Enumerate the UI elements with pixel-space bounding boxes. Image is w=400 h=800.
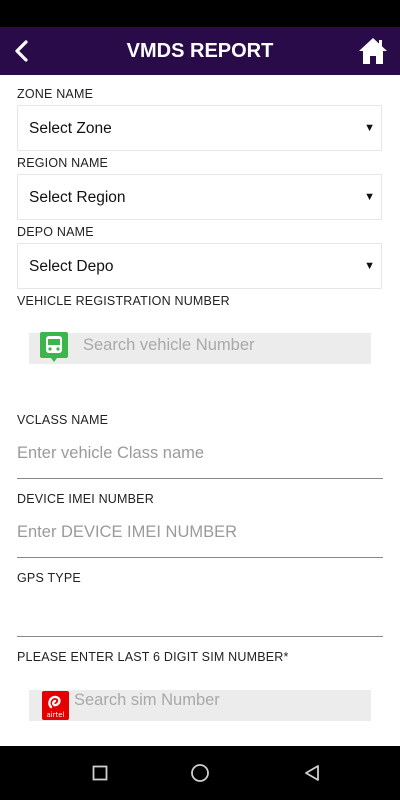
bus-icon [40,332,68,362]
circle-icon [191,764,209,782]
system-back-button[interactable] [301,762,323,784]
imei-label: DEVICE IMEI NUMBER [17,492,154,506]
depo-select[interactable]: Select Depo ▼ [17,243,382,289]
vclass-input[interactable]: Enter vehicle Class name [17,436,383,479]
zone-label: ZONE NAME [17,87,94,101]
page-title: VMDS REPORT [126,40,274,62]
vehicle-search-input[interactable]: Search vehicle Number [29,332,371,364]
vclass-label: VCLASS NAME [17,413,109,427]
region-select-value: Select Region [29,189,126,206]
vehicle-search-placeholder: Search vehicle Number [83,336,255,354]
home-button[interactable] [356,34,390,68]
system-home-button[interactable] [189,762,211,784]
airtel-logo-icon: airtel [42,691,69,720]
gps-type-label: GPS TYPE [17,571,81,585]
sim-search-input[interactable]: airtel Search sim Number [29,690,371,721]
region-label: REGION NAME [17,156,109,170]
home-icon [359,38,387,64]
dropdown-arrow-icon: ▼ [364,191,375,203]
depo-select-value: Select Depo [29,258,114,275]
app-bar: VMDS REPORT [0,27,400,75]
recent-apps-button[interactable] [89,762,111,784]
sim-search-placeholder: Search sim Number [74,691,220,709]
dropdown-arrow-icon: ▼ [364,122,375,134]
zone-select-value: Select Zone [29,120,112,137]
triangle-back-icon [305,765,319,781]
sim-number-label: PLEASE ENTER LAST 6 DIGIT SIM NUMBER* [17,650,289,664]
imei-input[interactable]: Enter DEVICE IMEI NUMBER [17,515,383,558]
chevron-left-icon [15,40,28,62]
status-bar [0,0,400,27]
square-icon [92,765,108,781]
system-nav-bar [0,746,400,800]
vclass-placeholder: Enter vehicle Class name [17,444,205,462]
depo-label: DEPO NAME [17,225,94,239]
imei-placeholder: Enter DEVICE IMEI NUMBER [17,523,238,541]
gps-type-input[interactable] [17,594,383,637]
dropdown-arrow-icon: ▼ [364,260,375,272]
vehicle-registration-label: VEHICLE REGISTRATION NUMBER [17,294,230,308]
region-select[interactable]: Select Region ▼ [17,174,382,220]
back-button[interactable] [6,35,38,67]
zone-select[interactable]: Select Zone ▼ [17,105,382,151]
airtel-logo-text: airtel [46,711,65,719]
